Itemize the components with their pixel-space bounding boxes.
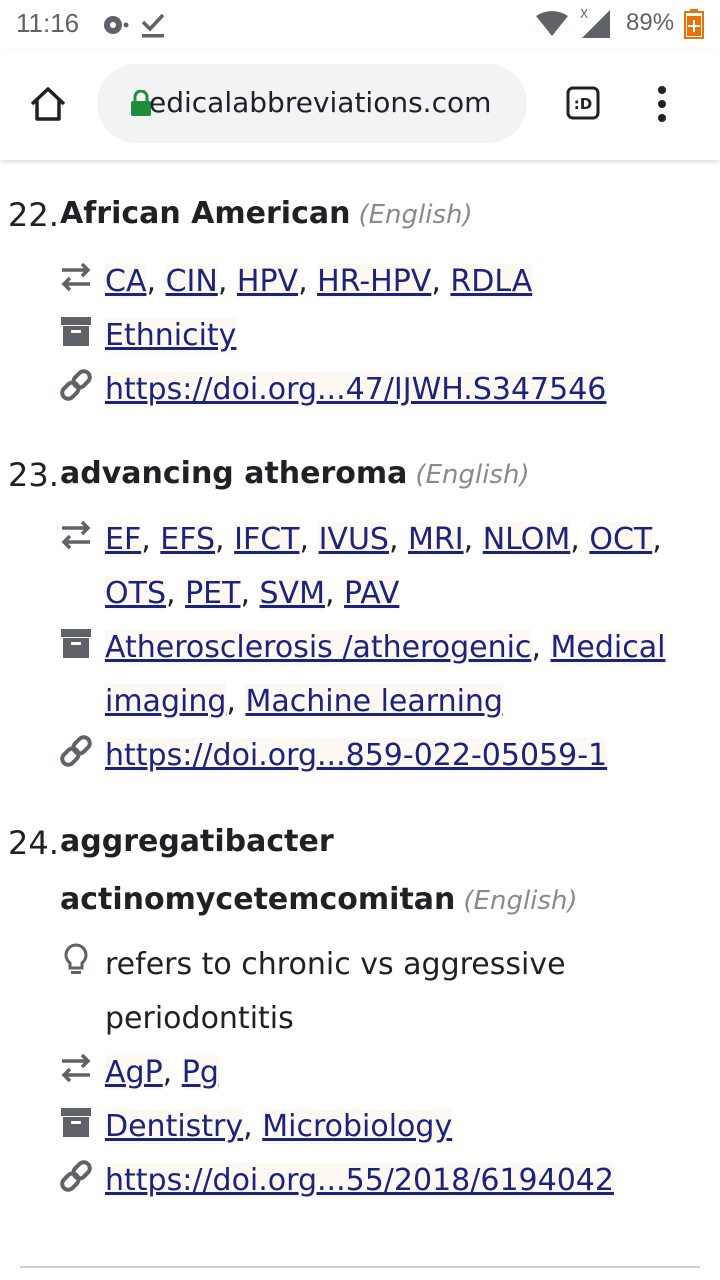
entry-term[interactable]: African American (English) bbox=[60, 196, 473, 231]
download-done-icon bbox=[140, 10, 166, 44]
source-row: https://doi.org...859-022-05059-1 bbox=[58, 729, 678, 783]
address-bar[interactable]: edicalabbreviations.com bbox=[97, 64, 527, 143]
status-bar: 11:16 X 89% bbox=[0, 0, 720, 50]
abbrev-link[interactable]: PET bbox=[185, 576, 241, 611]
battery-icon bbox=[684, 9, 704, 43]
abbrev-link[interactable]: Pg bbox=[181, 1055, 219, 1090]
category-link[interactable]: Machine learning bbox=[245, 684, 503, 719]
categories-row: Atherosclerosis /atherogenic, Medical im… bbox=[58, 621, 678, 729]
battery-percent: 89% bbox=[626, 9, 675, 36]
source-row: https://doi.org...55/2018/6194042 bbox=[58, 1154, 678, 1208]
link-icon bbox=[58, 733, 94, 769]
abbrev-link[interactable]: AgP bbox=[105, 1055, 163, 1090]
abbreviations-row: EF, EFS, IFCT, IVUS, MRI, NLOM, OCT, OTS… bbox=[58, 513, 678, 621]
abbrev-link[interactable]: CA bbox=[105, 264, 147, 299]
notification-icon bbox=[100, 10, 130, 44]
archive-box-icon bbox=[58, 625, 94, 661]
swap-arrows-icon bbox=[58, 517, 94, 553]
entry-term-line1[interactable]: aggregatibacter bbox=[60, 824, 334, 859]
abbrev-link[interactable]: OCT bbox=[589, 522, 653, 557]
swap-arrows-icon bbox=[58, 259, 94, 295]
categories-row: Ethnicity bbox=[58, 309, 678, 363]
category-link[interactable]: Atherosclerosis /atherogenic bbox=[105, 630, 532, 665]
archive-box-icon bbox=[58, 1104, 94, 1140]
entry-language: (English) bbox=[463, 886, 578, 916]
abbrev-link[interactable]: PAV bbox=[344, 576, 400, 611]
signal-icon: X bbox=[578, 6, 614, 44]
abbrev-link[interactable]: NLOM bbox=[482, 522, 571, 557]
abbrev-link[interactable]: RDLA bbox=[450, 264, 533, 299]
abbrev-link[interactable]: IVUS bbox=[318, 522, 389, 557]
abbrev-link[interactable]: CIN bbox=[165, 264, 218, 299]
category-link[interactable]: Ethnicity bbox=[105, 318, 237, 353]
more-options-icon[interactable] bbox=[652, 84, 672, 124]
entry-language: (English) bbox=[358, 200, 473, 230]
abbrev-link[interactable]: IFCT bbox=[234, 522, 300, 557]
link-icon bbox=[58, 367, 94, 403]
svg-text::D: :D bbox=[574, 95, 592, 113]
source-row: https://doi.org...47/IJWH.S347546 bbox=[58, 363, 678, 417]
source-link[interactable]: https://doi.org...47/IJWH.S347546 bbox=[105, 372, 607, 407]
tab-switcher-button[interactable]: :D bbox=[566, 86, 600, 120]
entry-term-line2[interactable]: actinomycetemcomitan (English) bbox=[60, 882, 578, 917]
entry-number: 23. bbox=[8, 456, 59, 494]
entry-term-text[interactable]: advancing atheroma bbox=[60, 456, 407, 491]
entry-term-text[interactable]: actinomycetemcomitan bbox=[60, 882, 455, 917]
abbrev-link[interactable]: SVM bbox=[259, 576, 325, 611]
categories-row: Dentistry, Microbiology bbox=[58, 1100, 678, 1154]
status-time: 11:16 bbox=[16, 8, 80, 38]
divider bbox=[20, 1266, 700, 1268]
home-icon[interactable] bbox=[28, 84, 68, 124]
source-link[interactable]: https://doi.org...859-022-05059-1 bbox=[105, 738, 608, 773]
note-row: refers to chronic vs aggressive periodon… bbox=[58, 938, 678, 1046]
entry-number: 22. bbox=[8, 196, 59, 234]
lightbulb-icon bbox=[58, 942, 94, 978]
category-link[interactable]: Dentistry bbox=[105, 1109, 244, 1144]
wifi-icon bbox=[535, 10, 569, 42]
abbrev-link[interactable]: OTS bbox=[105, 576, 166, 611]
abbrev-link[interactable]: EF bbox=[105, 522, 142, 557]
entry-term-text[interactable]: African American bbox=[60, 196, 350, 231]
category-link[interactable]: Microbiology bbox=[262, 1109, 453, 1144]
entry-number: 24. bbox=[8, 824, 59, 862]
svg-text:X: X bbox=[580, 7, 588, 21]
abbrev-link[interactable]: EFS bbox=[160, 522, 216, 557]
link-icon bbox=[58, 1158, 94, 1194]
entry-language: (English) bbox=[415, 460, 530, 490]
abbrev-link[interactable]: HPV bbox=[236, 264, 299, 299]
abbreviations-row: CA, CIN, HPV, HR-HPV, RDLA bbox=[58, 255, 678, 309]
note-text: refers to chronic vs aggressive periodon… bbox=[105, 947, 566, 1036]
abbrev-link[interactable]: HR-HPV bbox=[317, 264, 432, 299]
url-text: edicalabbreviations.com bbox=[149, 86, 492, 119]
browser-toolbar: edicalabbreviations.com :D bbox=[0, 50, 720, 160]
abbrev-link[interactable]: MRI bbox=[408, 522, 464, 557]
source-link[interactable]: https://doi.org...55/2018/6194042 bbox=[105, 1163, 614, 1198]
swap-arrows-icon bbox=[58, 1050, 94, 1086]
abbreviations-row: AgP, Pg bbox=[58, 1046, 678, 1100]
entry-term[interactable]: advancing atheroma (English) bbox=[60, 456, 530, 491]
archive-box-icon bbox=[58, 313, 94, 349]
